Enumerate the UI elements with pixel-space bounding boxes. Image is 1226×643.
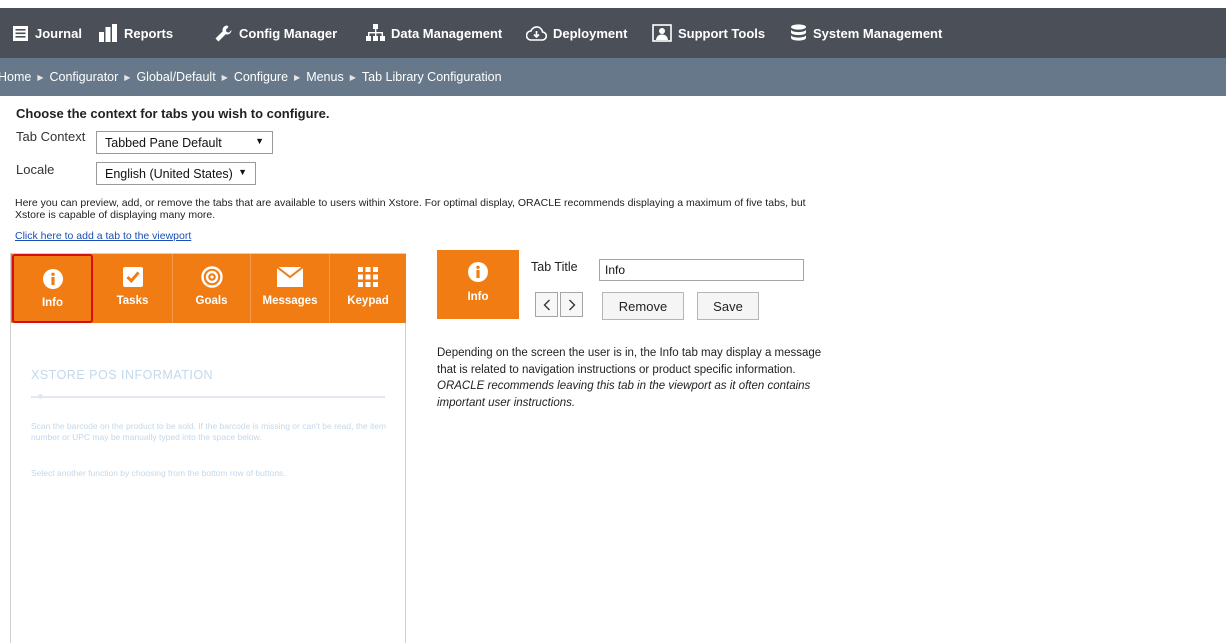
viewport-tab-goals-label: Goals (195, 295, 228, 307)
remove-button[interactable]: Remove (602, 292, 684, 320)
wrench-icon (215, 25, 232, 41)
envelope-icon (277, 267, 303, 287)
tab-context-label: Tab Context (16, 129, 86, 144)
viewport-tab-messages[interactable]: Messages (250, 254, 329, 323)
nav-journal[interactable]: Journal (12, 8, 82, 58)
chevron-right-icon (568, 299, 575, 310)
intro-text: Here you can preview, add, or remove the… (15, 197, 806, 221)
nav-reports-label: Reports (124, 25, 174, 41)
keypad-icon (358, 267, 378, 287)
viewport-tab-keypad-label: Keypad (347, 295, 389, 307)
nav-deployment-label: Deployment (553, 25, 628, 41)
dropdown-arrow-icon: ▼ (238, 167, 247, 177)
tab-title-input[interactable] (599, 259, 804, 281)
bar-chart-icon (99, 24, 117, 42)
nav-data-management-label: Data Management (391, 25, 503, 41)
breadcrumb-item-configure[interactable]: Configure (234, 70, 288, 84)
viewport-content-paragraph: Select another function by choosing from… (31, 468, 286, 478)
viewport-content-bullet (38, 394, 43, 399)
viewport-tab-messages-label: Messages (262, 295, 318, 307)
journal-icon (13, 25, 28, 41)
viewport-tab-info-label: Info (41, 297, 64, 309)
add-tab-link[interactable]: Click here to add a tab to the viewport (15, 230, 191, 242)
hierarchy-icon (366, 24, 385, 41)
nav-support-tools-label: Support Tools (678, 25, 766, 41)
breadcrumb-item-current: Tab Library Configuration (361, 70, 502, 84)
nav-system-management[interactable]: System Management (790, 8, 942, 58)
checkbox-icon (122, 267, 143, 287)
chevron-left-icon (543, 299, 550, 310)
tab-viewport: Info Tasks Goals Messages Keypad XSTORE … (10, 253, 406, 643)
nav-reports[interactable]: Reports (98, 8, 173, 58)
tab-description: Depending on the screen the user is in, … (437, 345, 832, 411)
viewport-content-divider (31, 396, 385, 398)
save-button[interactable]: Save (697, 292, 759, 320)
viewport-tab-goals[interactable]: Goals (172, 254, 250, 323)
viewport-tab-info[interactable]: Info (12, 254, 93, 323)
viewport-tab-tasks-label: Tasks (116, 295, 149, 307)
nav-journal-label: Journal (35, 25, 82, 41)
selected-tab-preview-label: Info (467, 291, 489, 303)
breadcrumb: Home ▶ Configurator ▶ Global/Default ▶ C… (0, 58, 1226, 96)
move-right-button[interactable] (560, 292, 583, 317)
move-left-button[interactable] (535, 292, 558, 317)
viewport-tabstrip: Info Tasks Goals Messages Keypad (11, 254, 406, 323)
info-icon (468, 262, 488, 282)
nav-deployment[interactable]: Deployment (526, 8, 627, 58)
viewport-content-paragraph: Scan the barcode on the product to be so… (31, 421, 387, 442)
viewport-tab-tasks[interactable]: Tasks (93, 254, 172, 323)
viewport-content-title: XSTORE POS INFORMATION (31, 368, 214, 382)
top-nav-bar: Journal Reports Config Manager Data Mana… (0, 8, 1226, 58)
tab-recommendation-text: ORACLE recommends leaving this tab in th… (437, 380, 811, 409)
tab-context-select[interactable]: Tabbed Pane Default ▼ (96, 131, 273, 154)
cloud-download-icon (526, 25, 547, 41)
tab-title-label: Tab Title (531, 260, 578, 274)
breadcrumb-separator-icon: ▶ (221, 72, 228, 82)
breadcrumb-item-global-default[interactable]: Global/Default (136, 70, 215, 84)
dropdown-arrow-icon: ▼ (255, 136, 264, 146)
breadcrumb-separator-icon: ▶ (124, 72, 131, 82)
target-icon (200, 266, 223, 288)
info-icon (42, 269, 63, 289)
tab-description-text: Depending on the screen the user is in, … (437, 347, 822, 376)
support-icon (652, 24, 672, 42)
breadcrumb-separator-icon: ▶ (294, 72, 301, 82)
locale-select[interactable]: English (United States) ▼ (96, 162, 256, 185)
nav-support-tools[interactable]: Support Tools (652, 8, 765, 58)
breadcrumb-item-menus[interactable]: Menus (306, 70, 344, 84)
locale-label: Locale (16, 162, 55, 177)
tab-context-value: Tabbed Pane Default (105, 135, 222, 150)
breadcrumb-item-configurator[interactable]: Configurator (50, 70, 119, 84)
breadcrumb-item-home[interactable]: Home (0, 70, 31, 84)
nav-config-manager-label: Config Manager (239, 25, 338, 41)
breadcrumb-separator-icon: ▶ (37, 72, 44, 82)
nav-system-management-label: System Management (813, 25, 943, 41)
nav-data-management[interactable]: Data Management (366, 8, 502, 58)
viewport-tab-keypad[interactable]: Keypad (329, 254, 406, 323)
breadcrumb-separator-icon: ▶ (349, 72, 356, 82)
nav-config-manager[interactable]: Config Manager (214, 8, 337, 58)
database-icon (791, 23, 806, 41)
context-heading: Choose the context for tabs you wish to … (16, 106, 330, 121)
locale-value: English (United States) (105, 166, 233, 181)
selected-tab-preview: Info (437, 250, 519, 319)
